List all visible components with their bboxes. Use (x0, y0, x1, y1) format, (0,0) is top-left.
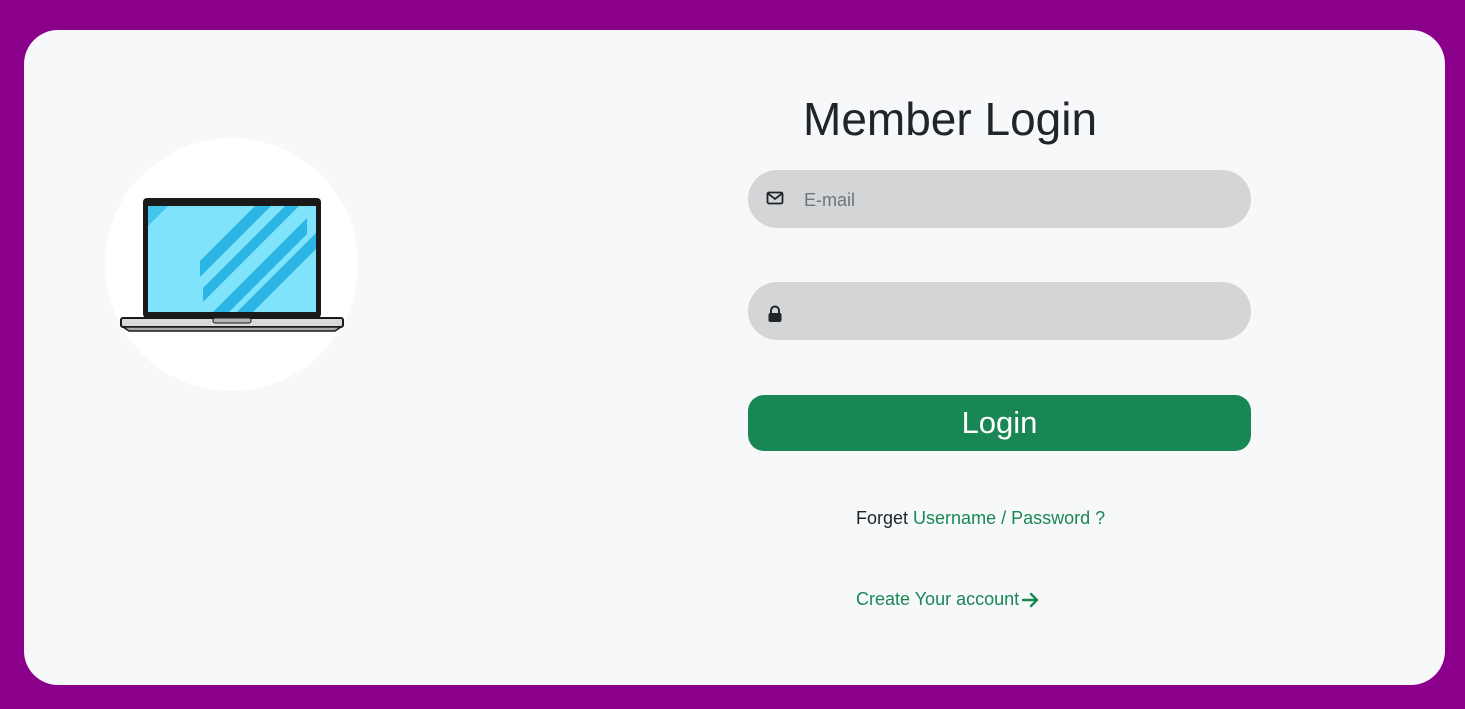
password-field-wrapper[interactable] (748, 282, 1251, 342)
forgot-credentials-link[interactable]: Username / Password ? (913, 508, 1105, 528)
lock-icon (768, 305, 782, 322)
email-field-wrapper[interactable] (748, 170, 1251, 230)
arrow-right-icon (1022, 592, 1039, 607)
login-button[interactable]: Login (748, 395, 1251, 451)
email-input[interactable] (802, 170, 1236, 230)
login-card: Member Login Login Forget Username / Pas… (24, 30, 1445, 685)
create-account-link[interactable]: Create Your account (856, 589, 1040, 610)
laptop-illustration (105, 138, 358, 391)
laptop-icon (120, 198, 344, 332)
page-title: Member Login (803, 93, 1098, 145)
envelope-icon (766, 191, 784, 205)
forgot-prefix: Forget (856, 508, 909, 528)
password-input[interactable] (802, 282, 1236, 342)
forgot-credentials: Forget Username / Password ? (856, 508, 1105, 529)
create-account-label: Create Your account (856, 589, 1020, 609)
